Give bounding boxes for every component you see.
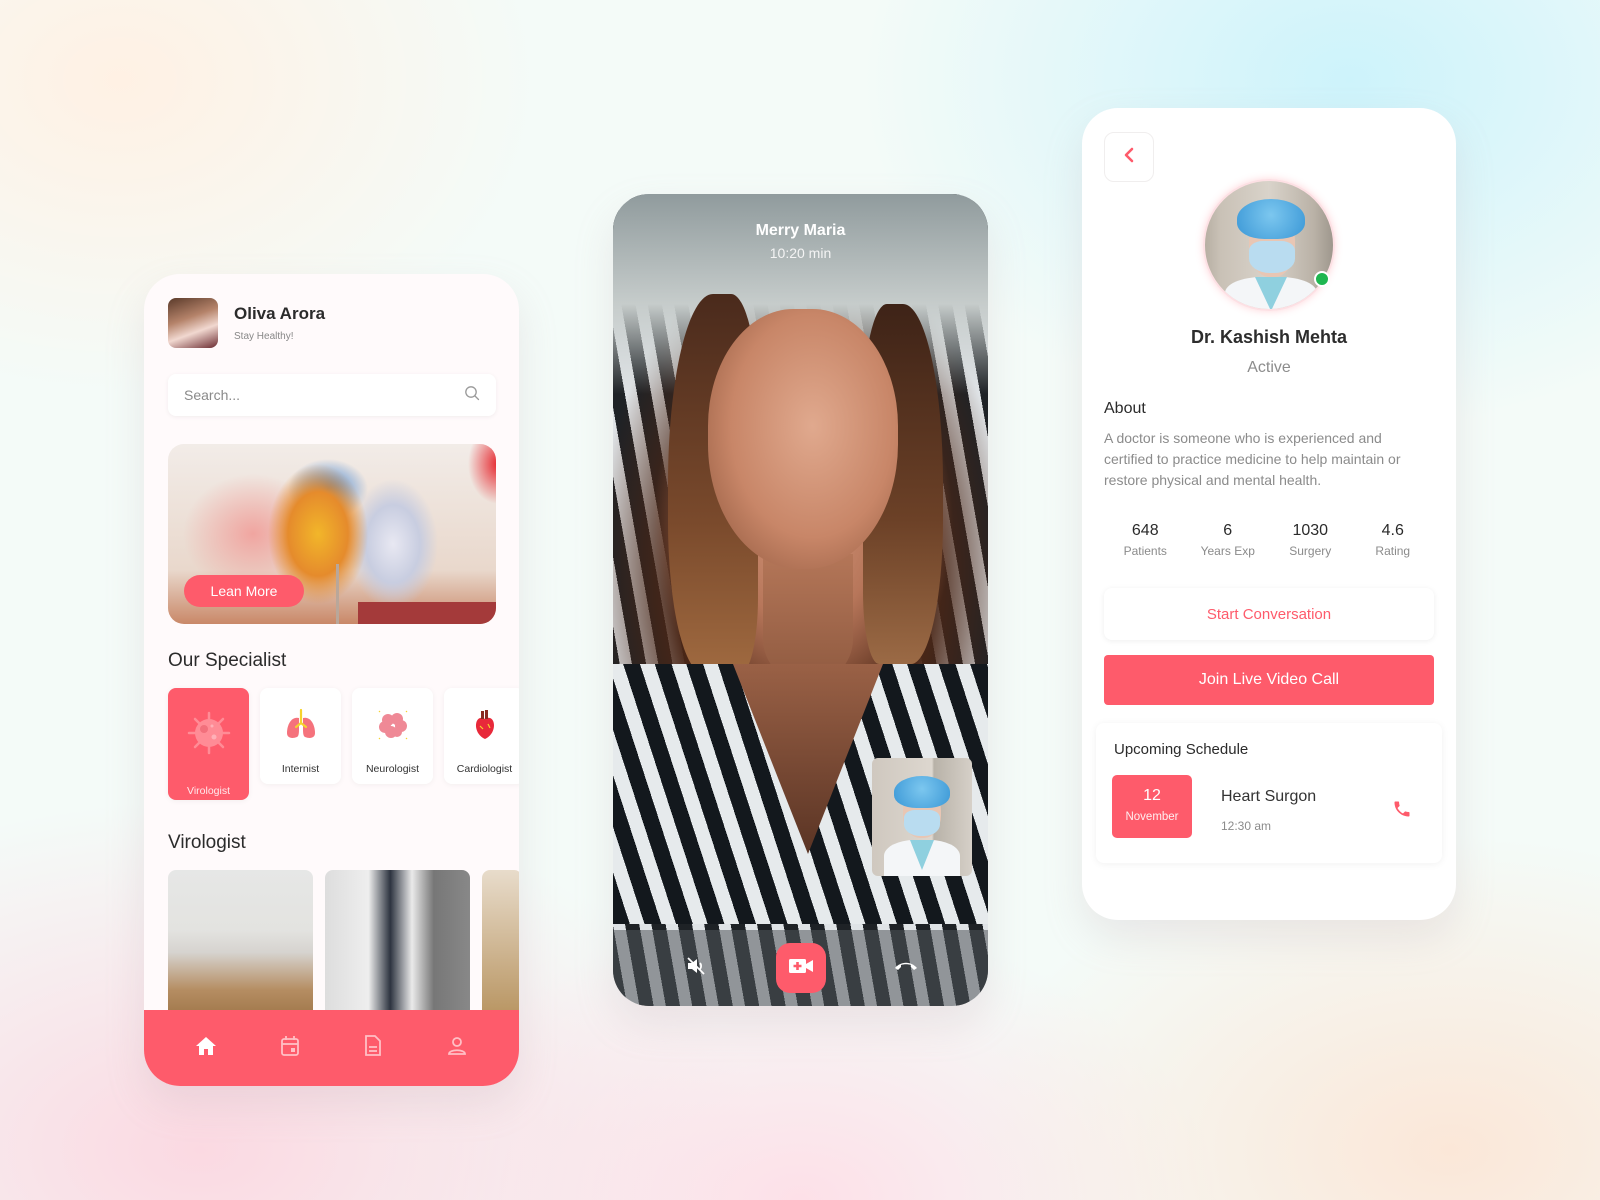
join-video-call-button[interactable]: Join Live Video Call bbox=[1104, 655, 1434, 705]
back-button[interactable] bbox=[1104, 132, 1154, 182]
specialist-label: Neurologist bbox=[365, 763, 420, 775]
stat-value: 1030 bbox=[1292, 522, 1329, 539]
specialist-virologist[interactable]: Virologist bbox=[168, 688, 249, 800]
schedule-date-badge: 12 November bbox=[1112, 775, 1192, 838]
home-icon bbox=[195, 1036, 217, 1061]
portrait-detail bbox=[1249, 241, 1295, 273]
specialist-label: Internist bbox=[281, 763, 320, 775]
chevron-left-icon bbox=[1123, 146, 1135, 169]
upcoming-schedule-card: Upcoming Schedule 12 November Heart Surg… bbox=[1096, 723, 1442, 863]
specialist-list: Virologist Internist Neurologist Cardiol… bbox=[168, 688, 519, 800]
caller-name: Merry Maria bbox=[755, 222, 846, 239]
stat-value: 4.6 bbox=[1381, 522, 1404, 539]
home-screen: Oliva Arora Stay Healthy! Lean More Our … bbox=[144, 274, 519, 1086]
doctor-list bbox=[168, 870, 519, 1020]
stat-label: Years Exp bbox=[1200, 544, 1255, 558]
search-bar bbox=[168, 374, 496, 416]
tab-home[interactable] bbox=[186, 1028, 226, 1068]
specialist-internist[interactable]: Internist bbox=[260, 688, 341, 784]
brain-icon bbox=[376, 708, 410, 747]
stat-value: 648 bbox=[1131, 522, 1159, 539]
specialist-heading: Our Specialist bbox=[168, 650, 287, 671]
learn-more-button[interactable]: Lean More bbox=[184, 575, 304, 607]
search-icon[interactable] bbox=[464, 385, 480, 406]
specialist-label: Virologist bbox=[187, 785, 230, 797]
doctor-name: Dr. Kashish Mehta bbox=[1190, 327, 1348, 347]
start-conversation-button[interactable]: Start Conversation bbox=[1104, 588, 1434, 640]
stat-patients: 648 Patients bbox=[1105, 522, 1185, 558]
speaker-mute-icon bbox=[685, 955, 707, 982]
stat-surgery: 1030 Surgery bbox=[1270, 522, 1350, 558]
specialist-cardiologist[interactable]: Cardiologist bbox=[444, 688, 519, 784]
specialist-neurologist[interactable]: Neurologist bbox=[352, 688, 433, 784]
heart-icon bbox=[468, 708, 502, 747]
banner-image-detail bbox=[336, 564, 339, 624]
schedule-day: 12 bbox=[1143, 787, 1161, 804]
user-avatar[interactable] bbox=[168, 298, 218, 348]
schedule-time: 12:30 am bbox=[1221, 819, 1272, 833]
portrait-detail bbox=[894, 776, 950, 808]
tab-calendar[interactable] bbox=[270, 1028, 310, 1068]
doctor-status: Active bbox=[1247, 359, 1291, 376]
user-subtitle: Stay Healthy! bbox=[234, 331, 294, 342]
stat-years-exp: 6 Years Exp bbox=[1188, 522, 1268, 558]
stat-value: 6 bbox=[1223, 522, 1233, 539]
caller-video-feed bbox=[708, 309, 898, 569]
hang-up-button[interactable] bbox=[881, 943, 931, 993]
bottom-tab-bar bbox=[144, 1010, 519, 1086]
lungs-icon bbox=[284, 708, 318, 747]
about-heading: About bbox=[1104, 400, 1146, 417]
portrait-detail bbox=[1237, 199, 1305, 239]
caller-info: Merry Maria 10:20 min bbox=[613, 222, 988, 261]
search-input[interactable] bbox=[184, 387, 424, 403]
doctor-card-photo[interactable] bbox=[168, 870, 313, 1020]
doctor-card-photo[interactable] bbox=[482, 870, 519, 1020]
tab-documents[interactable] bbox=[353, 1028, 393, 1068]
document-icon bbox=[364, 1034, 382, 1062]
stat-rating: 4.6 Rating bbox=[1353, 522, 1433, 558]
schedule-month: November bbox=[1125, 811, 1179, 823]
user-profile: Oliva Arora Stay Healthy! bbox=[168, 298, 325, 348]
video-toggle-button[interactable] bbox=[775, 943, 826, 993]
doctor-portrait bbox=[872, 758, 972, 876]
stat-label: Rating bbox=[1375, 544, 1411, 558]
schedule-heading: Upcoming Schedule bbox=[1114, 741, 1249, 758]
calendar-icon bbox=[280, 1035, 300, 1062]
doctor-stats: 648 Patients 6 Years Exp 1030 Surgery 4.… bbox=[1104, 522, 1434, 558]
promo-banner: Lean More bbox=[168, 444, 496, 624]
video-call-screen: Merry Maria 10:20 min bbox=[613, 194, 988, 1006]
portrait-detail bbox=[904, 810, 940, 836]
phone-icon[interactable] bbox=[1392, 799, 1412, 824]
profile-icon bbox=[447, 1036, 467, 1061]
user-name: Oliva Arora bbox=[234, 304, 326, 323]
banner-image-detail bbox=[358, 602, 496, 624]
doctor-avatar bbox=[1203, 179, 1335, 311]
specialist-label: Cardiologist bbox=[456, 763, 513, 775]
schedule-title: Heart Surgon bbox=[1221, 788, 1317, 805]
call-controls bbox=[613, 930, 988, 1006]
doctor-profile-screen: Dr. Kashish Mehta Active About A doctor … bbox=[1082, 108, 1456, 920]
doctor-card-photo[interactable] bbox=[325, 870, 470, 1020]
hang-up-icon bbox=[893, 959, 919, 977]
self-video-preview[interactable] bbox=[872, 758, 972, 876]
stat-label: Surgery bbox=[1289, 544, 1332, 558]
stat-label: Patients bbox=[1123, 544, 1167, 558]
online-status-dot bbox=[1314, 271, 1330, 287]
tab-profile[interactable] bbox=[437, 1028, 477, 1068]
call-duration: 10:20 min bbox=[769, 245, 832, 261]
doctor-portrait bbox=[1205, 181, 1333, 309]
about-text: A doctor is someone who is experienced a… bbox=[1104, 430, 1401, 488]
virus-icon bbox=[186, 710, 232, 761]
list-heading: Virologist bbox=[168, 832, 246, 853]
video-camera-plus-icon bbox=[788, 957, 814, 980]
mute-speaker-button[interactable] bbox=[671, 943, 721, 993]
